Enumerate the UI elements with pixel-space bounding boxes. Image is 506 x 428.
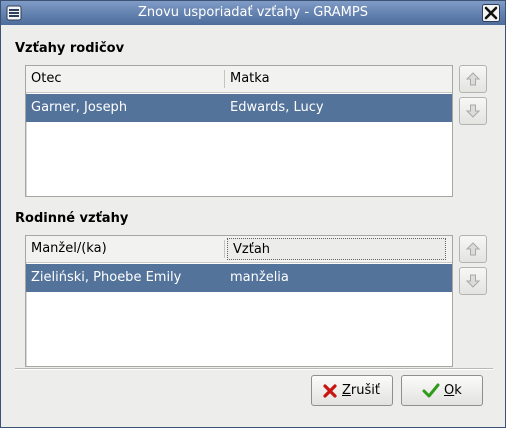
- parents-list-header: Otec Matka: [26, 66, 452, 93]
- relationship-cell: manželia: [230, 270, 289, 285]
- parents-list[interactable]: Otec Matka Garner, Joseph Edwards, Lucy: [25, 65, 453, 197]
- family-heading: Rodinné vzťahy: [15, 211, 129, 226]
- button-separator: [15, 368, 493, 370]
- ok-button[interactable]: Ok: [401, 375, 483, 406]
- family-list[interactable]: Manžel/(ka) Vzťah Zieliński, Phoebe Emil…: [25, 235, 453, 367]
- ok-label: Ok: [444, 383, 462, 398]
- spouse-cell: Zieliński, Phoebe Emily: [31, 270, 182, 285]
- parents-move-down-button[interactable]: [459, 97, 487, 125]
- window-title: Znovu usporiadať vzťahy - GRAMPS: [137, 5, 368, 20]
- arrow-up-icon: [465, 242, 481, 256]
- column-header-mother[interactable]: Matka: [225, 66, 451, 92]
- green-check-icon: [422, 383, 440, 398]
- parents-heading: Vzťahy rodičov: [15, 41, 125, 56]
- mother-cell: Edwards, Lucy: [230, 100, 324, 115]
- father-cell: Garner, Joseph: [31, 100, 128, 115]
- family-list-row[interactable]: Zieliński, Phoebe Emily manželia: [26, 264, 452, 292]
- cancel-label: Zrušiť: [342, 383, 380, 398]
- parents-list-row[interactable]: Garner, Joseph Edwards, Lucy: [26, 94, 452, 122]
- family-move-up-button[interactable]: [459, 235, 487, 263]
- column-separator: [224, 240, 225, 258]
- parents-move-up-button[interactable]: [459, 65, 487, 93]
- column-header-relationship[interactable]: Vzťah: [227, 238, 446, 260]
- dialog-window: Znovu usporiadať vzťahy - GRAMPS Vzťahy …: [0, 0, 506, 428]
- arrow-up-icon: [465, 72, 481, 86]
- arrow-down-icon: [465, 104, 481, 118]
- column-header-spouse[interactable]: Manžel/(ka): [26, 236, 224, 262]
- cancel-button[interactable]: Zrušiť: [311, 375, 393, 406]
- family-list-header: Manžel/(ka) Vzťah: [26, 236, 452, 263]
- close-icon[interactable]: [482, 4, 500, 22]
- title-bar[interactable]: Znovu usporiadať vzťahy - GRAMPS: [1, 1, 505, 25]
- family-move-down-button[interactable]: [459, 267, 487, 295]
- menu-icon[interactable]: [6, 5, 22, 21]
- column-header-father[interactable]: Otec: [26, 66, 224, 92]
- red-x-icon: [323, 384, 337, 398]
- arrow-down-icon: [465, 274, 481, 288]
